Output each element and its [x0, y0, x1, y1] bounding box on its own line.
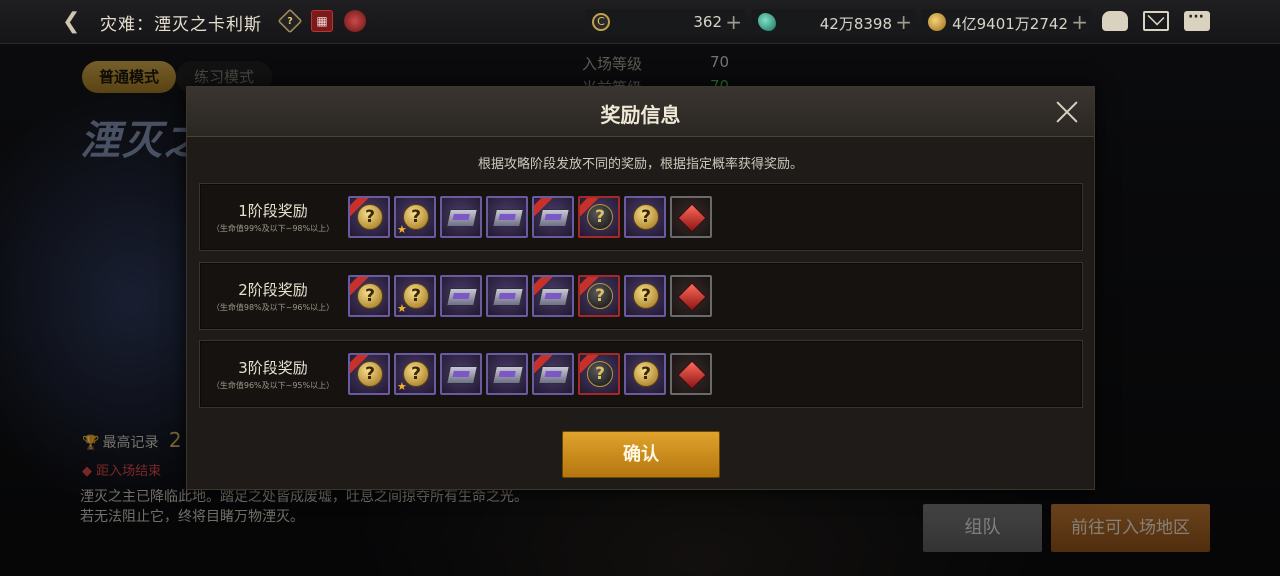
mystery-coin-icon[interactable]: ?	[624, 196, 666, 238]
mystery-coin-icon[interactable]: ?	[624, 353, 666, 395]
modal-header: 奖励信息	[187, 87, 1094, 137]
purple-box-icon[interactable]	[486, 275, 528, 317]
red-gem-icon[interactable]	[670, 275, 712, 317]
mail-icon[interactable]	[1143, 11, 1169, 31]
red-gem-icon[interactable]	[670, 353, 712, 395]
level-badge-icon[interactable]	[344, 10, 366, 32]
top-bar: ❮ 灾难：湮灭之卡利斯 ? ▦ C 362 + 42万8398 + 4亿9401…	[0, 0, 1280, 44]
add-coin-button[interactable]: +	[725, 10, 742, 34]
purple-box-icon[interactable]	[440, 196, 482, 238]
coin-value: 362	[693, 13, 722, 31]
dark-mystery-coin-icon[interactable]: ?	[578, 275, 620, 317]
stage-hp-range: （生命值99%及以下~98%以上）	[211, 224, 335, 233]
stage-label: 1阶段奖励	[238, 202, 308, 220]
stage-row-3: 3阶段奖励 （生命值96%及以下~95%以上） ?? ★??	[199, 340, 1083, 408]
purple-box-ribbon-icon[interactable]	[532, 275, 574, 317]
mystery-coin-ribbon-icon[interactable]: ?	[348, 353, 390, 395]
purple-box-ribbon-icon[interactable]	[532, 196, 574, 238]
reward-info-modal: 奖励信息 根据攻略阶段发放不同的奖励，根据指定概率获得奖励。 1阶段奖励 （生命…	[186, 86, 1095, 490]
stage-row-2: 2阶段奖励 （生命值98%及以下~96%以上） ?? ★??	[199, 262, 1083, 330]
purple-box-icon[interactable]	[440, 353, 482, 395]
mystery-coin-star-icon[interactable]: ? ★	[394, 196, 436, 238]
mystery-coin-ribbon-icon[interactable]: ?	[348, 275, 390, 317]
confirm-button[interactable]: 确认	[562, 431, 720, 478]
stage-row-1: 1阶段奖励 （生命值99%及以下~98%以上） ?? ★??	[199, 183, 1083, 251]
stage-hp-range: （生命值98%及以下~96%以上）	[211, 303, 335, 312]
coin-icon: C	[592, 13, 610, 31]
bag-icon[interactable]	[1102, 11, 1128, 31]
red-gem-icon[interactable]	[670, 196, 712, 238]
gem-value: 42万8398	[819, 15, 892, 33]
dark-mystery-coin-icon[interactable]: ?	[578, 196, 620, 238]
mystery-coin-icon[interactable]: ?	[624, 275, 666, 317]
close-icon[interactable]	[1054, 99, 1080, 125]
coin-resource: C 362 +	[586, 9, 746, 35]
gold-value: 4亿9401万2742	[952, 15, 1068, 33]
stage-hp-range: （生命值96%及以下~95%以上）	[211, 381, 335, 390]
purple-box-icon[interactable]	[486, 353, 528, 395]
modal-description: 根据攻略阶段发放不同的奖励，根据指定概率获得奖励。	[477, 157, 803, 172]
back-arrow-icon[interactable]: ❮	[62, 10, 88, 34]
calendar-icon[interactable]: ▦	[311, 10, 333, 32]
purple-box-ribbon-icon[interactable]	[532, 353, 574, 395]
dark-mystery-coin-icon[interactable]: ?	[578, 353, 620, 395]
add-gold-button[interactable]: +	[1071, 10, 1088, 34]
purple-box-icon[interactable]	[440, 275, 482, 317]
stage-label: 2阶段奖励	[238, 281, 308, 299]
gem-resource: 42万8398 +	[752, 9, 916, 35]
help-icon[interactable]: ?	[277, 8, 303, 34]
add-gem-button[interactable]: +	[895, 10, 912, 34]
gold-resource: 4亿9401万2742 +	[922, 9, 1092, 35]
dungeon-title: 灾难：湮灭之卡利斯	[100, 15, 262, 35]
purple-box-icon[interactable]	[486, 196, 528, 238]
chat-icon[interactable]	[1184, 9, 1210, 31]
stage-label: 3阶段奖励	[238, 359, 308, 377]
gem-icon	[758, 13, 776, 31]
gold-icon	[928, 13, 946, 31]
modal-title: 奖励信息	[600, 103, 681, 127]
mystery-coin-star-icon[interactable]: ? ★	[394, 275, 436, 317]
mystery-coin-star-icon[interactable]: ? ★	[394, 353, 436, 395]
mystery-coin-ribbon-icon[interactable]: ?	[348, 196, 390, 238]
